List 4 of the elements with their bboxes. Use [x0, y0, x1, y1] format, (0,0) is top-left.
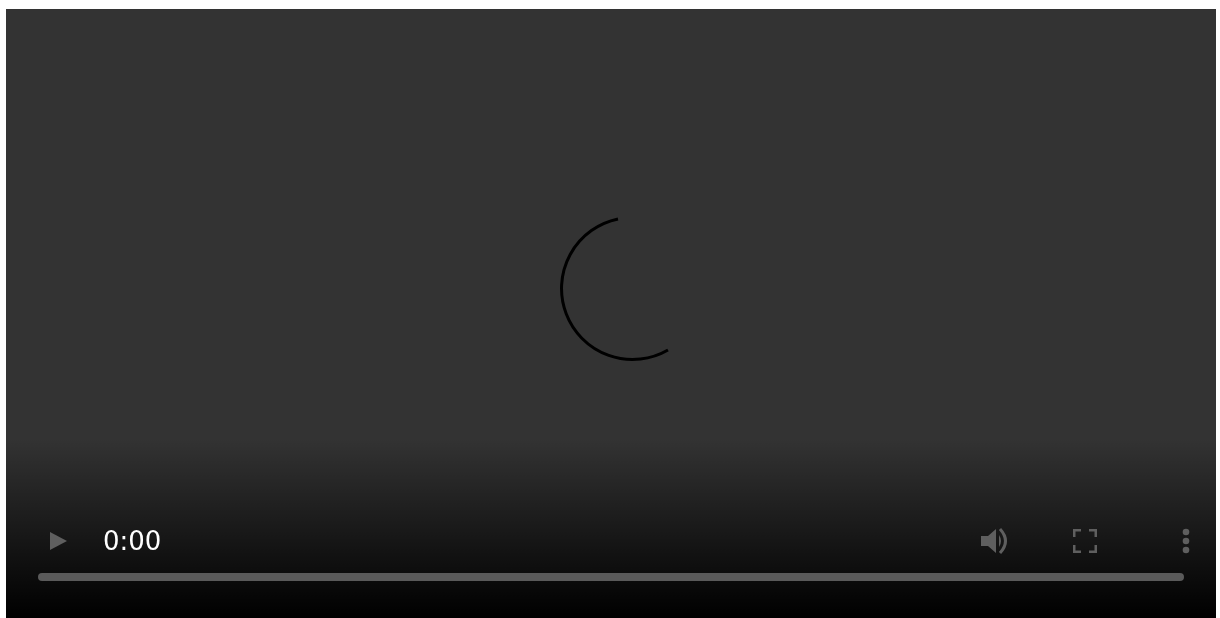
time-display: 0:00 — [103, 528, 162, 554]
progress-track[interactable] — [38, 573, 1184, 581]
more-options-button[interactable] — [1180, 527, 1192, 555]
fullscreen-button[interactable] — [1072, 528, 1098, 554]
